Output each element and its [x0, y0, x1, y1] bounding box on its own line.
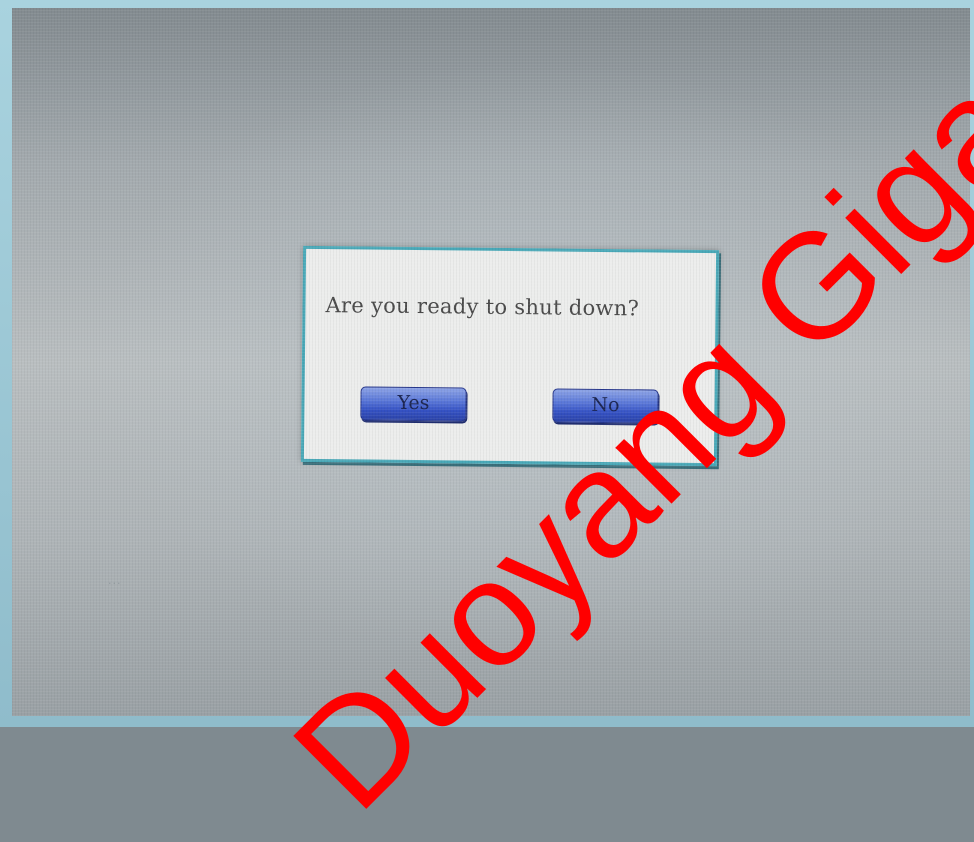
photo-frame: ... Are you ready to shut down? Yes No — [0, 0, 974, 727]
shutdown-dialog: Are you ready to shut down? Yes No — [300, 245, 720, 467]
faint-screen-label: ... — [108, 574, 122, 587]
dialog-message: Are you ready to shut down? — [325, 293, 640, 321]
device-screen: ... Are you ready to shut down? Yes No — [12, 8, 970, 716]
no-button[interactable]: No — [552, 388, 659, 424]
yes-button[interactable]: Yes — [360, 386, 467, 422]
